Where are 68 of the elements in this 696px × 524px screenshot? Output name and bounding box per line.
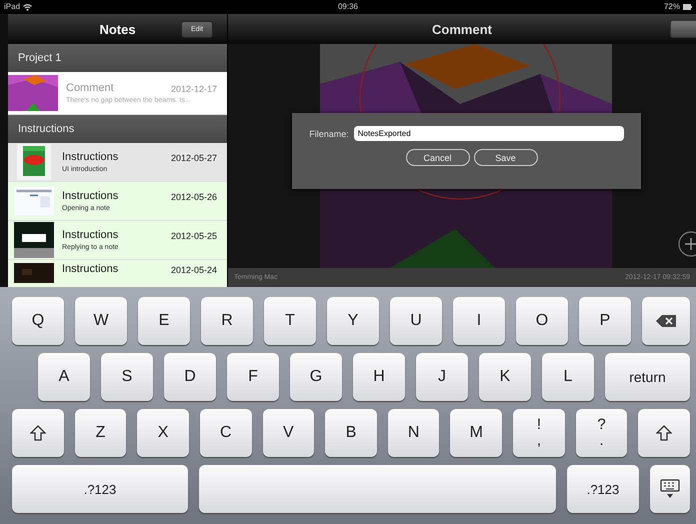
note-date: 2012-05-24 bbox=[170, 265, 217, 275]
keyboard-key[interactable]: C bbox=[200, 409, 252, 457]
keyboard-key[interactable]: T bbox=[264, 297, 316, 345]
note-date: 2012-05-25 bbox=[170, 231, 217, 241]
keyboard-key[interactable]: .?123 bbox=[567, 465, 639, 513]
battery-percent: 72% bbox=[664, 2, 680, 12]
keyboard-key[interactable]: return bbox=[605, 353, 690, 401]
keyboard-key[interactable]: F bbox=[227, 353, 279, 401]
keyboard-key[interactable]: L bbox=[542, 353, 594, 401]
filename-label: Filename: bbox=[309, 128, 349, 138]
keyboard-key[interactable]: W bbox=[75, 297, 127, 345]
detail-title: Comment bbox=[432, 22, 492, 36]
clock-time: 09:36 bbox=[338, 2, 358, 12]
keyboard-key[interactable]: S bbox=[101, 353, 153, 401]
note-thumbnail bbox=[14, 144, 54, 180]
section-title: Instructions bbox=[18, 123, 74, 135]
shift-key[interactable] bbox=[12, 409, 64, 457]
device-name: iPad bbox=[4, 2, 20, 12]
note-date: 2012-12-17 bbox=[170, 84, 217, 94]
keyboard-key[interactable]: Q bbox=[12, 297, 64, 345]
note-title: Comment bbox=[66, 82, 114, 94]
section-title: Project 1 bbox=[18, 52, 62, 64]
keyboard-key[interactable]: J bbox=[416, 353, 468, 401]
keyboard-key[interactable]: .?123 bbox=[12, 465, 188, 513]
backspace-icon bbox=[656, 315, 676, 327]
keyboard-key[interactable]: I bbox=[453, 297, 505, 345]
nav-button[interactable] bbox=[670, 20, 696, 38]
note-thumbnail bbox=[14, 263, 54, 283]
keyboard-key[interactable]: B bbox=[325, 409, 377, 457]
note-thumbnail bbox=[8, 75, 58, 111]
note-row[interactable]: Instructions 2012-05-24 bbox=[8, 260, 227, 287]
shift-icon bbox=[656, 425, 672, 441]
keyboard-key[interactable]: ! , bbox=[513, 409, 565, 457]
note-title: Instructions bbox=[62, 151, 118, 163]
keyboard-key[interactable]: A bbox=[38, 353, 90, 401]
hide-keyboard-key[interactable] bbox=[650, 465, 690, 513]
keyboard-key[interactable]: V bbox=[262, 409, 314, 457]
shift-icon bbox=[30, 425, 46, 441]
keyboard-key[interactable]: X bbox=[137, 409, 189, 457]
keyboard-key[interactable]: U bbox=[390, 297, 442, 345]
backspace-key[interactable] bbox=[642, 297, 690, 345]
dialog-button[interactable]: Cancel bbox=[406, 149, 470, 166]
keyboard-key[interactable]: M bbox=[450, 409, 502, 457]
keyboard-key[interactable]: H bbox=[353, 353, 405, 401]
keyboard-key[interactable]: Y bbox=[327, 297, 379, 345]
battery-icon bbox=[683, 4, 692, 10]
filename-field[interactable]: NotesExported bbox=[354, 126, 624, 141]
dialog-button[interactable]: Save bbox=[474, 149, 538, 166]
keyboard-key[interactable]: E bbox=[138, 297, 190, 345]
keyboard-icon bbox=[660, 479, 680, 499]
keyboard-key[interactable]: O bbox=[516, 297, 568, 345]
note-title: Instructions bbox=[62, 229, 118, 241]
keyboard-key[interactable]: P bbox=[579, 297, 631, 345]
note-date: 2012-05-26 bbox=[170, 192, 217, 202]
keyboard-key[interactable]: K bbox=[479, 353, 531, 401]
keyboard-key[interactable]: R bbox=[201, 297, 253, 345]
sidebar-title: Notes bbox=[99, 22, 136, 36]
note-title: Instructions bbox=[62, 190, 118, 202]
note-title: Instructions bbox=[62, 263, 118, 275]
shift-key[interactable] bbox=[638, 409, 690, 457]
note-date: 2012-05-27 bbox=[170, 153, 217, 163]
note-thumbnail bbox=[14, 222, 54, 258]
keyboard-key[interactable]: N bbox=[388, 409, 440, 457]
wifi-icon bbox=[23, 4, 32, 10]
keyboard-key[interactable]: Z bbox=[74, 409, 126, 457]
keyboard-key[interactable]: G bbox=[290, 353, 342, 401]
keyboard-key[interactable]: D bbox=[164, 353, 216, 401]
keyboard-key[interactable]: ? . bbox=[576, 409, 628, 457]
